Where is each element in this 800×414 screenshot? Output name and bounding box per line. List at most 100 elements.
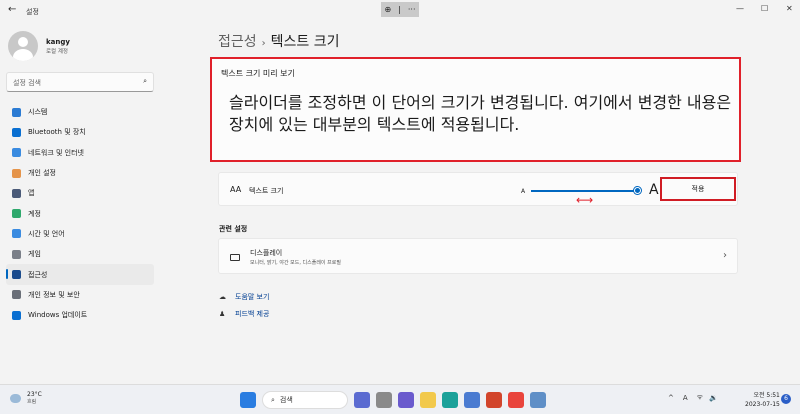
sidebar-item-label: 시스템 (28, 108, 48, 117)
breadcrumb-separator: › (261, 38, 266, 49)
zoom-toolbar[interactable]: ⊕ | ··· (381, 2, 419, 17)
system-icon (12, 107, 21, 117)
profile-name: kangy (46, 37, 70, 46)
edge-icon[interactable] (442, 392, 458, 408)
bluetooth-icon (12, 127, 21, 137)
sidebar-item-label: 계정 (28, 209, 41, 218)
sidebar-item-label: Bluetooth 및 장치 (28, 128, 86, 137)
sidebar-item-label: 접근성 (28, 270, 48, 279)
search-input[interactable]: 설정 검색 ⌕ (6, 72, 154, 92)
title-bar: ← 설정 ⊕ | ··· — ☐ ✕ (0, 0, 800, 22)
sidebar-item-10[interactable]: Windows 업데이트 (6, 305, 154, 325)
file-explorer-icon[interactable] (420, 392, 436, 408)
brush-icon (12, 168, 21, 178)
taskbar-apps: ⌕ 검색 (240, 391, 552, 409)
breadcrumb: 접근성 › 텍스트 크기 (218, 31, 340, 51)
zoom-divider: | (398, 5, 401, 14)
avatar (8, 31, 38, 61)
sidebar-item-4[interactable]: 앱 (6, 183, 154, 203)
sidebar-item-label: 네트워크 및 인터넷 (28, 148, 84, 157)
zoom-icon[interactable]: ⊕ (384, 5, 391, 14)
display-title: 디스플레이 (250, 249, 283, 257)
teams-icon[interactable] (398, 392, 414, 408)
chevron-right-icon: › (723, 250, 727, 261)
apps-icon (12, 188, 21, 198)
settings-gear-icon[interactable] (530, 392, 546, 408)
media-app-icon[interactable] (486, 392, 502, 408)
breadcrumb-parent[interactable]: 접근성 (218, 34, 257, 50)
search-placeholder: 설정 검색 (13, 79, 41, 87)
preview-text: 슬라이더를 조정하면 이 단어의 크기가 변경됩니다. 여기에서 변경한 내용은… (229, 93, 732, 134)
input-language-icon[interactable]: A (683, 394, 688, 402)
sidebar: kangy 로컬 계정 설정 검색 ⌕ 시스템 Bluetooth 및 장치네트워… (0, 22, 160, 384)
sidebar-item-8[interactable]: 접근성 (6, 264, 154, 285)
text-size-card: AA 텍스트 크기 A A 적용 (218, 172, 738, 206)
clock-date: 2023-07-15 (745, 401, 780, 408)
sidebar-item-2[interactable]: 네트워크 및 인터넷 (6, 143, 154, 163)
sidebar-item-3[interactable]: 개인 설정 (6, 163, 154, 183)
sidebar-item-label: 시간 및 언어 (28, 229, 65, 238)
text-size-slider-track[interactable] (531, 190, 641, 192)
close-button[interactable]: ✕ (786, 4, 793, 13)
sidebar-item-label: 개인 정보 및 보안 (28, 290, 80, 299)
sidebar-item-6[interactable]: 시간 및 언어 (6, 224, 154, 244)
annotation-arrow-icon: ⟷ (576, 193, 594, 207)
sidebar-item-9[interactable]: 개인 정보 및 보안 (6, 285, 154, 305)
taskbar: 23°C 흐림 ⌕ 검색 ^ A ᯤ 🔉 오전 5:51 2023-07-15 … (0, 384, 800, 414)
give-feedback-link[interactable]: ♟ 피드백 제공 (219, 309, 269, 319)
sidebar-item-1[interactable]: Bluetooth 및 장치 (6, 122, 154, 142)
gaming-icon (12, 249, 21, 259)
task-view-icon[interactable] (376, 392, 392, 408)
user-profile[interactable]: kangy 로컬 계정 (8, 31, 70, 61)
account-icon (12, 209, 21, 219)
volume-icon[interactable]: 🔉 (709, 394, 718, 402)
weather-temp: 23°C (27, 391, 42, 398)
profile-subtitle: 로컬 계정 (46, 48, 68, 55)
related-settings-heading: 관련 설정 (219, 225, 248, 233)
maximize-button[interactable]: ☐ (761, 4, 768, 13)
app-title: 설정 (26, 8, 39, 16)
shield-icon (12, 290, 21, 300)
notification-badge[interactable]: 6 (781, 394, 791, 404)
tray-overflow-icon[interactable]: ^ (668, 394, 674, 402)
feedback-icon: ♟ (219, 310, 226, 318)
monitor-icon (230, 254, 240, 261)
preview-label: 텍스트 크기 미리 보기 (221, 69, 295, 78)
network-icon (12, 148, 21, 158)
more-icon[interactable]: ··· (408, 5, 416, 14)
text-size-icon: AA (230, 185, 242, 194)
wifi-icon[interactable]: ᯤ (697, 393, 703, 402)
minimize-button[interactable]: — (736, 4, 744, 13)
taskbar-search-label: 검색 (279, 396, 293, 404)
get-help-label: 도움말 보기 (235, 293, 270, 301)
sidebar-item-5[interactable]: 계정 (6, 203, 154, 223)
sidebar-item-7[interactable]: 게임 (6, 244, 154, 264)
sidebar-item-0[interactable]: 시스템 (6, 102, 154, 122)
slider-max-label: A (649, 182, 659, 198)
search-icon: ⌕ (143, 77, 147, 85)
system-tray: ^ A ᯤ 🔉 (668, 393, 718, 402)
sidebar-item-label: 개인 설정 (28, 169, 56, 178)
accessibility-icon (12, 270, 21, 280)
display-settings-card[interactable]: 디스플레이 모니터, 밝기, 야간 모드, 디스플레이 프로필 › (218, 238, 738, 274)
store-icon[interactable] (464, 392, 480, 408)
sidebar-item-label: Windows 업데이트 (28, 311, 88, 320)
text-size-preview: 텍스트 크기 미리 보기 슬라이더를 조정하면 이 단어의 크기가 변경됩니다.… (210, 57, 741, 162)
back-arrow-icon[interactable]: ← (8, 4, 16, 15)
sidebar-item-label: 앱 (28, 189, 35, 198)
cloud-icon (10, 393, 21, 403)
taskbar-search[interactable]: ⌕ 검색 (262, 391, 348, 409)
get-help-link[interactable]: ☁ 도움말 보기 (219, 292, 269, 302)
text-size-slider-thumb[interactable] (634, 187, 642, 194)
apply-button[interactable]: 적용 (660, 177, 736, 201)
windows-start-icon[interactable] (240, 392, 256, 408)
help-icon: ☁ (219, 293, 226, 301)
weather-widget[interactable]: 23°C 흐림 (10, 391, 42, 405)
give-feedback-label: 피드백 제공 (235, 310, 270, 318)
taskbar-search-icon: ⌕ (271, 395, 275, 404)
chrome-icon[interactable] (508, 392, 524, 408)
clock[interactable]: 오전 5:51 2023-07-15 (745, 391, 780, 409)
weather-desc: 흐림 (27, 399, 37, 405)
copilot-icon[interactable] (354, 392, 370, 408)
slider-min-label: A (521, 188, 526, 195)
